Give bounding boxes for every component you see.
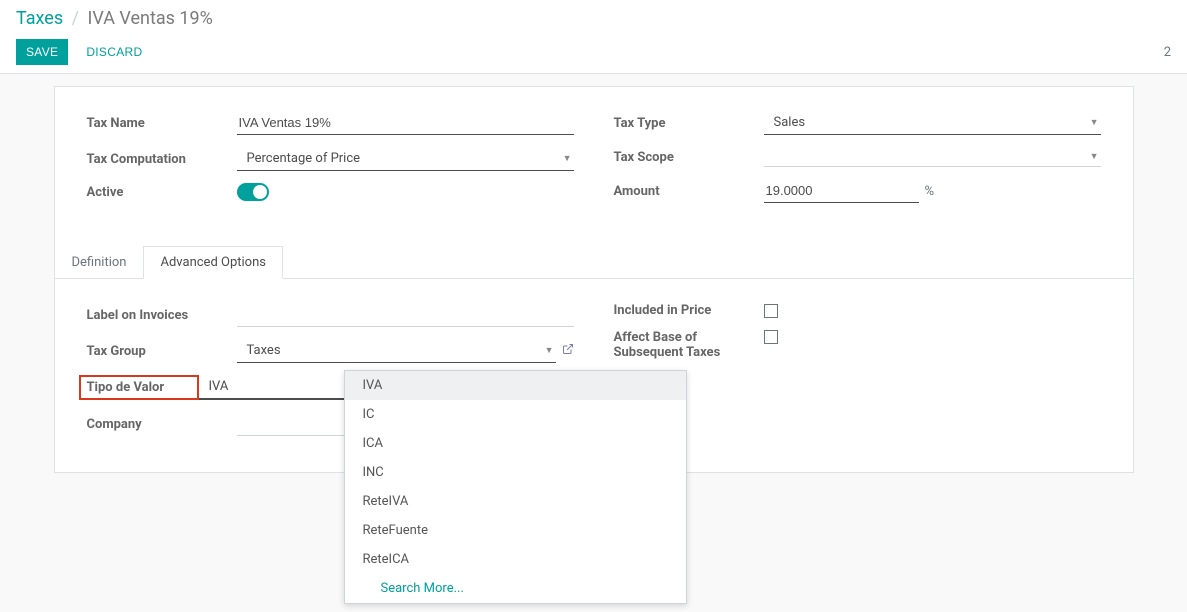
dropdown-option[interactable]: ReteIVA (345, 487, 686, 516)
breadcrumb-sep: / (68, 8, 83, 29)
tax-computation-value: Percentage of Price (247, 151, 361, 166)
breadcrumb-current: IVA Ventas 19% (88, 8, 213, 29)
save-button[interactable]: SAVE (16, 39, 68, 65)
tab-advanced-options[interactable]: Advanced Options (143, 246, 282, 279)
tax-type-select[interactable]: Sales ▼ (764, 111, 1101, 135)
caret-down-icon: ▼ (1090, 117, 1099, 128)
tab-definition[interactable]: Definition (55, 246, 144, 279)
active-toggle[interactable] (237, 183, 269, 201)
amount-input[interactable] (764, 179, 919, 203)
label-invoices-input[interactable] (237, 303, 574, 327)
label-invoices-label: Label on Invoices (87, 308, 237, 323)
tax-computation-label: Tax Computation (87, 152, 237, 167)
amount-suffix: % (925, 184, 935, 199)
active-label: Active (87, 185, 237, 200)
tax-type-label: Tax Type (614, 116, 764, 131)
caret-down-icon: ▼ (563, 153, 572, 164)
breadcrumb-root[interactable]: Taxes (16, 8, 63, 29)
breadcrumb: Taxes / IVA Ventas 19% (16, 8, 1171, 29)
discard-button[interactable]: DISCARD (76, 39, 152, 65)
dropdown-option[interactable]: ICA (345, 429, 686, 458)
tax-group-select[interactable]: Taxes ▼ (237, 339, 556, 363)
form-sheet: Tax Name Tax Computation Percentage of P… (54, 86, 1134, 473)
dropdown-option[interactable]: INC (345, 458, 686, 487)
tax-scope-label: Tax Scope (614, 150, 764, 165)
caret-down-icon: ▼ (545, 345, 554, 356)
company-label: Company (87, 417, 237, 432)
amount-label: Amount (614, 184, 764, 199)
dropdown-option[interactable]: ReteICA (345, 545, 686, 574)
affect-base-label: Affect Base of Subsequent Taxes (614, 330, 764, 360)
included-price-checkbox[interactable] (764, 304, 778, 318)
affect-base-checkbox[interactable] (764, 330, 778, 344)
tax-name-label: Tax Name (87, 116, 237, 131)
tipo-valor-label: Tipo de Valor (79, 375, 199, 400)
tax-group-label: Tax Group (87, 344, 237, 359)
record-count: 2 (1164, 45, 1171, 60)
tax-group-value: Taxes (247, 343, 281, 358)
tipo-valor-dropdown: IVA IC ICA INC ReteIVA ReteFuente ReteIC… (344, 370, 687, 604)
caret-down-icon: ▼ (1090, 151, 1099, 162)
dropdown-option[interactable]: ReteFuente (345, 516, 686, 545)
tax-type-value: Sales (774, 115, 806, 130)
tax-scope-select[interactable]: ▼ (764, 147, 1101, 167)
tax-name-input[interactable] (237, 111, 574, 135)
tipo-valor-value: IVA (209, 379, 229, 394)
tax-computation-select[interactable]: Percentage of Price ▼ (237, 147, 574, 171)
dropdown-search-more[interactable]: Search More... (345, 574, 686, 603)
included-price-label: Included in Price (614, 303, 764, 318)
dropdown-option[interactable]: IC (345, 400, 686, 429)
dropdown-option[interactable]: IVA (345, 371, 686, 400)
external-link-icon[interactable] (562, 343, 574, 359)
